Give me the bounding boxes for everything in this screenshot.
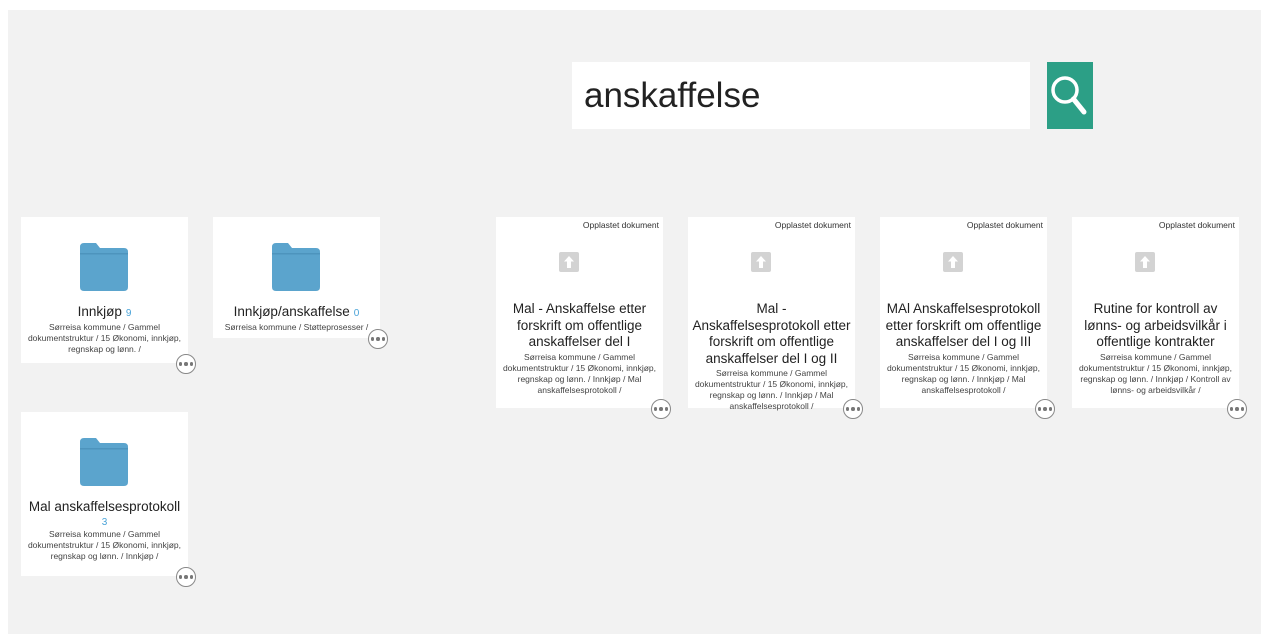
document-title-block: Mal - Anskaffelse etter forskrift om off…: [500, 301, 659, 396]
more-options-icon: [178, 575, 183, 579]
folder-title: Mal anskaffelsesprotokoll: [28, 499, 181, 514]
document-type-label: Opplastet dokument: [582, 220, 659, 230]
search-input[interactable]: [572, 62, 1047, 129]
folder-card[interactable]: Innkjøp 9 Sørreisa kommune / Gammel dokum…: [21, 217, 196, 374]
search-bar: [572, 62, 1093, 129]
document-title: Mal - Anskaffelsesprotokoll etter forskr…: [692, 301, 851, 366]
more-options-icon-dot: [659, 407, 663, 411]
document-title-block: Rutine for kontroll av lønns- og arbeids…: [1076, 301, 1235, 396]
more-options-icon-dot: [189, 362, 194, 366]
more-options-icon: [845, 407, 850, 411]
upload-icon: [943, 252, 963, 272]
more-options-icon-dot: [664, 407, 669, 411]
more-options-icon-dot: [1235, 407, 1239, 411]
more-options-icon: [370, 337, 375, 341]
more-options-button[interactable]: [176, 354, 196, 374]
more-options-icon: [1229, 407, 1234, 411]
search-icon: [1051, 75, 1087, 114]
more-options-icon-dot: [856, 407, 861, 411]
upload-icon: [1135, 252, 1155, 272]
more-options-button[interactable]: [368, 329, 388, 349]
document-path: Sørreisa kommune / Gammel dokumentstrukt…: [886, 351, 1041, 395]
more-options-icon-dot: [1048, 407, 1053, 411]
more-options-icon-dot: [189, 575, 194, 579]
folder-path: Sørreisa kommune / Gammel dokumentstrukt…: [27, 529, 182, 561]
more-options-button[interactable]: [651, 399, 671, 419]
search-button[interactable]: [1047, 62, 1093, 129]
folder-icon: [80, 243, 128, 291]
folder-title-line: Innkjøp 9: [21, 303, 188, 322]
document-card[interactable]: Opplastet dokument Rutine for kontroll a…: [1072, 217, 1247, 419]
more-options-icon: [178, 362, 183, 366]
document-path: Sørreisa kommune / Gammel dokumentstrukt…: [1078, 351, 1233, 395]
folder-count: 0: [353, 308, 360, 319]
folder-path: Sørreisa kommune / Støtteprosesser /: [224, 322, 369, 332]
more-options-button[interactable]: [843, 399, 863, 419]
document-title-block: MAl Anskaffelsesprotokoll etter forskrif…: [884, 301, 1043, 396]
document-card[interactable]: Opplastet dokument Mal - Anskaffelse ett…: [496, 217, 671, 419]
document-card[interactable]: Opplastet dokument Mal - Anskaffelsespro…: [688, 217, 863, 419]
upload-icon: [751, 252, 771, 272]
document-type-label: Opplastet dokument: [966, 220, 1043, 230]
folder-title: Innkjøp/anskaffelse: [233, 304, 350, 319]
folder-count: 9: [125, 308, 132, 319]
more-options-button[interactable]: [1227, 399, 1247, 419]
upload-icon: [559, 252, 579, 272]
folder-icon: [80, 438, 128, 486]
folder-icon: [272, 243, 320, 291]
document-title-block: Mal - Anskaffelsesprotokoll etter forskr…: [692, 301, 851, 412]
document-title: Rutine for kontroll av lønns- og arbeids…: [1084, 301, 1227, 349]
more-options-icon: [1037, 407, 1042, 411]
more-options-icon-dot: [1240, 407, 1245, 411]
document-path: Sørreisa kommune / Gammel dokumentstrukt…: [502, 351, 657, 395]
folder-path: Sørreisa kommune / Gammel dokumentstrukt…: [27, 322, 182, 354]
folder-card[interactable]: Mal anskaffelsesprotokoll 3 Sørreisa kom…: [21, 412, 196, 587]
folder-count: 3: [101, 517, 108, 528]
more-options-icon: [653, 407, 658, 411]
more-options-icon-dot: [184, 362, 188, 366]
more-options-icon-dot: [381, 337, 386, 341]
more-options-button[interactable]: [176, 567, 196, 587]
folder-card[interactable]: Innkjøp/anskaffelse 0 Sørreisa kommune / …: [213, 217, 388, 349]
document-type-label: Opplastet dokument: [1158, 220, 1235, 230]
document-card[interactable]: Opplastet dokument MAl Anskaffelsesproto…: [880, 217, 1055, 419]
document-path: Sørreisa kommune / Gammel dokumentstrukt…: [694, 368, 849, 411]
document-type-label: Opplastet dokument: [774, 220, 851, 230]
more-options-icon-dot: [1043, 407, 1047, 411]
more-options-button[interactable]: [1035, 399, 1055, 419]
folder-title-line: Innkjøp/anskaffelse 0: [213, 303, 380, 322]
folder-title: Innkjøp: [77, 304, 122, 319]
document-title: Mal - Anskaffelse etter forskrift om off…: [512, 301, 647, 349]
document-title: MAl Anskaffelsesprotokoll etter forskrif…: [885, 301, 1042, 349]
more-options-icon-dot: [184, 575, 188, 579]
more-options-icon-dot: [851, 407, 855, 411]
more-options-icon-dot: [376, 337, 380, 341]
